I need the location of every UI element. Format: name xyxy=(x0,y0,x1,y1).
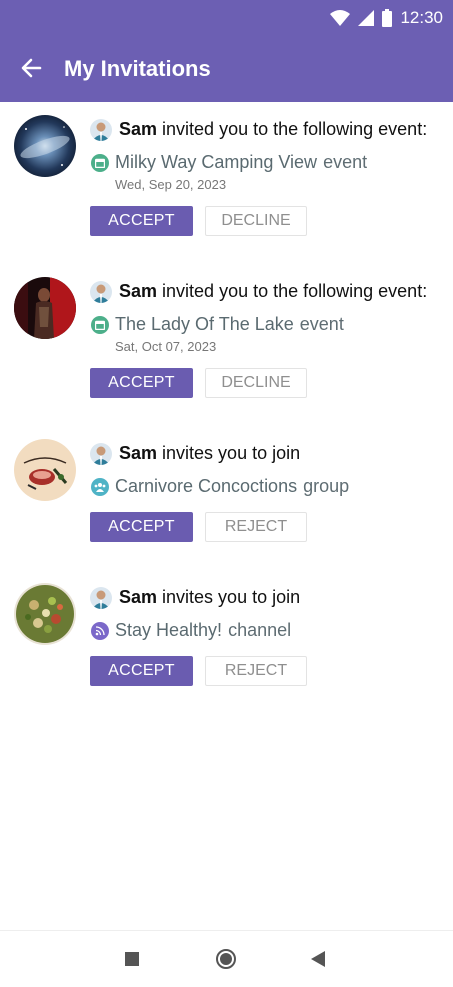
reject-button[interactable]: REJECT xyxy=(205,656,307,686)
invitation-message: invited you to the following event: xyxy=(157,119,428,139)
sender-avatar xyxy=(90,587,112,609)
target-line: Stay Healthy! channel xyxy=(115,620,291,641)
target-name[interactable]: Stay Healthy! xyxy=(115,620,222,640)
status-icons: 12:30 xyxy=(330,8,443,28)
target-line: The Lady Of The Lake event xyxy=(115,314,344,335)
sender-name: Sam xyxy=(119,281,158,301)
accept-button[interactable]: ACCEPT xyxy=(90,512,193,542)
target-name[interactable]: Carnivore Concoctions xyxy=(115,476,297,496)
sender-avatar xyxy=(90,119,112,141)
target-kind: group xyxy=(303,476,350,496)
sender-avatar xyxy=(90,443,112,465)
invitation-text: Sam invites you to join xyxy=(119,443,300,464)
calendar-icon xyxy=(91,154,109,172)
target-kind: event xyxy=(323,152,368,172)
decline-button[interactable]: DECLINE xyxy=(205,368,307,398)
event-thumbnail xyxy=(14,115,76,177)
sender-avatar xyxy=(90,281,112,303)
page-title: My Invitations xyxy=(64,56,211,81)
back-triangle-icon xyxy=(311,951,325,967)
rss-icon xyxy=(91,622,109,640)
event-thumbnail xyxy=(14,277,76,339)
status-bar: 12:30 xyxy=(0,0,453,34)
calendar-icon xyxy=(91,316,109,334)
invitation-message: invites you to join xyxy=(157,587,301,607)
signal-icon xyxy=(358,10,375,26)
sender-name: Sam xyxy=(119,443,158,463)
target-kind: event xyxy=(299,314,344,334)
decline-button[interactable]: DECLINE xyxy=(205,206,307,236)
system-nav-bar xyxy=(0,930,453,987)
battery-icon xyxy=(382,9,393,27)
meat-time-image xyxy=(14,439,76,501)
recents-button[interactable] xyxy=(120,947,144,971)
invitation-text: Sam invited you to the following event: xyxy=(119,119,427,140)
accept-button[interactable]: ACCEPT xyxy=(90,368,193,398)
group-icon xyxy=(91,478,109,496)
app-bar: My Invitations xyxy=(0,34,453,102)
event-date: Wed, Sep 20, 2023 xyxy=(115,177,227,192)
recents-square-icon xyxy=(125,952,139,966)
home-circle-icon xyxy=(216,949,236,969)
target-name[interactable]: The Lady Of The Lake xyxy=(115,314,294,334)
system-back-button[interactable] xyxy=(306,947,330,971)
invitation-message: invited you to the following event: xyxy=(157,281,428,301)
invitation-text: Sam invites you to join xyxy=(119,587,300,608)
salad-image xyxy=(14,583,76,645)
home-button[interactable] xyxy=(214,947,238,971)
status-time: 12:30 xyxy=(400,8,443,27)
group-thumbnail xyxy=(14,439,76,501)
performer-image xyxy=(14,277,76,339)
reject-button[interactable]: REJECT xyxy=(205,512,307,542)
accept-button[interactable]: ACCEPT xyxy=(90,206,193,236)
channel-thumbnail xyxy=(14,583,76,645)
sender-name: Sam xyxy=(119,119,158,139)
wifi-icon xyxy=(330,10,351,26)
invitation-text: Sam invited you to the following event: xyxy=(119,281,427,302)
event-date: Sat, Oct 07, 2023 xyxy=(115,339,217,354)
galaxy-image xyxy=(14,115,76,177)
arrow-back-icon xyxy=(21,58,42,78)
invitation-message: invites you to join xyxy=(157,443,301,463)
accept-button[interactable]: ACCEPT xyxy=(90,656,193,686)
target-line: Milky Way Camping View event xyxy=(115,152,367,173)
sender-name: Sam xyxy=(119,587,158,607)
back-button[interactable] xyxy=(18,54,46,82)
target-kind: channel xyxy=(228,620,292,640)
target-line: Carnivore Concoctions group xyxy=(115,476,349,497)
target-name[interactable]: Milky Way Camping View xyxy=(115,152,317,172)
